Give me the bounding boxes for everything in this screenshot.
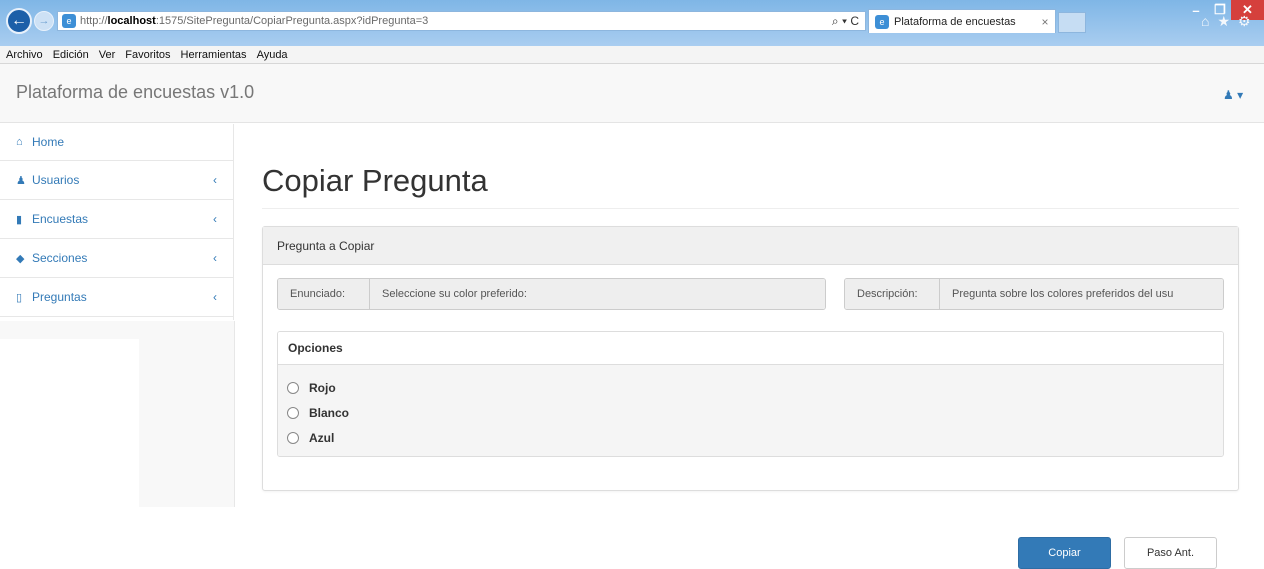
paso-anterior-button[interactable]: Paso Ant. [1124, 537, 1217, 569]
menu-edicion[interactable]: Edición [53, 49, 89, 61]
search-refresh-icons[interactable]: ⌕ ▾ C [823, 14, 865, 29]
url-prefix: http:// [80, 15, 108, 27]
url-host: localhost [107, 15, 156, 27]
url-text[interactable]: http://localhost:1575/SitePregunta/Copia… [80, 15, 823, 27]
browser-right-icons: ⌂ ★ ⚙ [1201, 13, 1251, 30]
home-browser-icon[interactable]: ⌂ [1201, 13, 1209, 30]
user-menu-caret-icon: ▾ [1237, 88, 1244, 102]
descripcion-label: Descripción: [845, 279, 940, 309]
chevron-left-icon: ‹ [213, 290, 217, 304]
user-menu[interactable]: ♟ ▾ [1223, 88, 1243, 102]
back-button[interactable]: ← [6, 8, 32, 34]
menu-favoritos[interactable]: Favoritos [125, 49, 170, 61]
question-panel: Pregunta a Copiar Enunciado: Seleccione … [262, 226, 1239, 491]
app-brand[interactable]: Plataforma de encuestas v1.0 [16, 82, 254, 103]
enunciado-label: Enunciado: [278, 279, 370, 309]
users-icon: ♟ [16, 174, 26, 187]
enunciado-field[interactable]: Seleccione su color preferido: [370, 279, 825, 309]
sidebar-item-label: Usuarios [32, 173, 80, 187]
sidebar-item-label: Secciones [32, 251, 88, 265]
option-azul[interactable]: Azul [278, 425, 1223, 450]
address-bar[interactable]: e http://localhost:1575/SitePregunta/Cop… [57, 11, 866, 31]
options-list: Rojo Blanco Azul [278, 365, 1223, 456]
menu-ayuda[interactable]: Ayuda [257, 49, 288, 61]
sidebar-item-encuestas[interactable]: ▮ Encuestas ‹ [0, 200, 233, 239]
copiar-button[interactable]: Copiar [1018, 537, 1111, 569]
title-divider [262, 208, 1239, 209]
sidebar: ⌂ Home ♟ Usuarios ‹ ▮ Encuestas ‹ ◆ Secc… [0, 124, 234, 320]
panel-heading: Pregunta a Copiar [263, 227, 1238, 265]
option-label: Rojo [309, 380, 336, 395]
sidebar-item-secciones[interactable]: ◆ Secciones ‹ [0, 239, 233, 278]
browser-menubar: Archivo Edición Ver Favoritos Herramient… [0, 46, 1264, 64]
option-label: Blanco [309, 405, 350, 420]
tab-title: Plataforma de encuestas [894, 15, 1016, 28]
option-blanco[interactable]: Blanco [278, 400, 1223, 425]
app-navbar: Plataforma de encuestas v1.0 ♟ ▾ [0, 64, 1264, 123]
page-title: Copiar Pregunta [262, 163, 488, 198]
sidebar-item-home[interactable]: ⌂ Home [0, 124, 233, 161]
descripcion-group: Descripción: Pregunta sobre los colores … [844, 278, 1224, 310]
sidebar-item-label: Encuestas [32, 212, 89, 226]
sidebar-item-preguntas[interactable]: ▯ Preguntas ‹ [0, 278, 233, 317]
menu-ver[interactable]: Ver [99, 49, 116, 61]
descripcion-field[interactable]: Pregunta sobre los colores preferidos de… [940, 279, 1223, 309]
chevron-left-icon: ‹ [213, 251, 217, 265]
radio-button[interactable] [287, 431, 299, 444]
radio-button[interactable] [287, 381, 299, 394]
new-tab-button[interactable] [1058, 12, 1086, 33]
options-heading: Opciones [278, 332, 1223, 365]
sidebar-item-label: Home [32, 135, 65, 149]
option-label: Azul [309, 430, 335, 445]
tab-close-icon[interactable]: × [1035, 15, 1055, 29]
options-panel: Opciones Rojo Blanco Azul [277, 331, 1224, 457]
browser-tab[interactable]: e Plataforma de encuestas × [868, 9, 1056, 33]
settings-gear-icon[interactable]: ⚙ [1238, 13, 1251, 30]
forward-button[interactable]: → [34, 11, 54, 31]
bookmark-outline-icon: ▯ [16, 291, 23, 304]
browser-toolbar: ← → e http://localhost:1575/SitePregunta… [0, 0, 1264, 46]
chevron-left-icon: ‹ [213, 173, 217, 187]
enunciado-group: Enunciado: Seleccione su color preferido… [277, 278, 826, 310]
option-rojo[interactable]: Rojo [278, 375, 1223, 400]
home-icon: ⌂ [16, 136, 23, 148]
user-icon: ♟ [1223, 88, 1234, 102]
tags-icon: ◆ [16, 252, 25, 265]
sidebar-item-usuarios[interactable]: ♟ Usuarios ‹ [0, 161, 233, 200]
bookmark-icon: ▮ [16, 213, 23, 226]
chevron-left-icon: ‹ [213, 212, 217, 226]
tab-favicon-icon: e [875, 14, 889, 29]
page-icon: e [62, 14, 76, 28]
url-path: :1575/SitePregunta/CopiarPregunta.aspx?i… [155, 15, 429, 27]
sidebar-item-label: Preguntas [32, 290, 87, 304]
menu-archivo[interactable]: Archivo [6, 49, 43, 61]
sidebar-filler-lower [139, 321, 235, 507]
menu-herramientas[interactable]: Herramientas [181, 49, 247, 61]
radio-button[interactable] [287, 406, 299, 419]
favorites-star-icon[interactable]: ★ [1217, 13, 1230, 30]
